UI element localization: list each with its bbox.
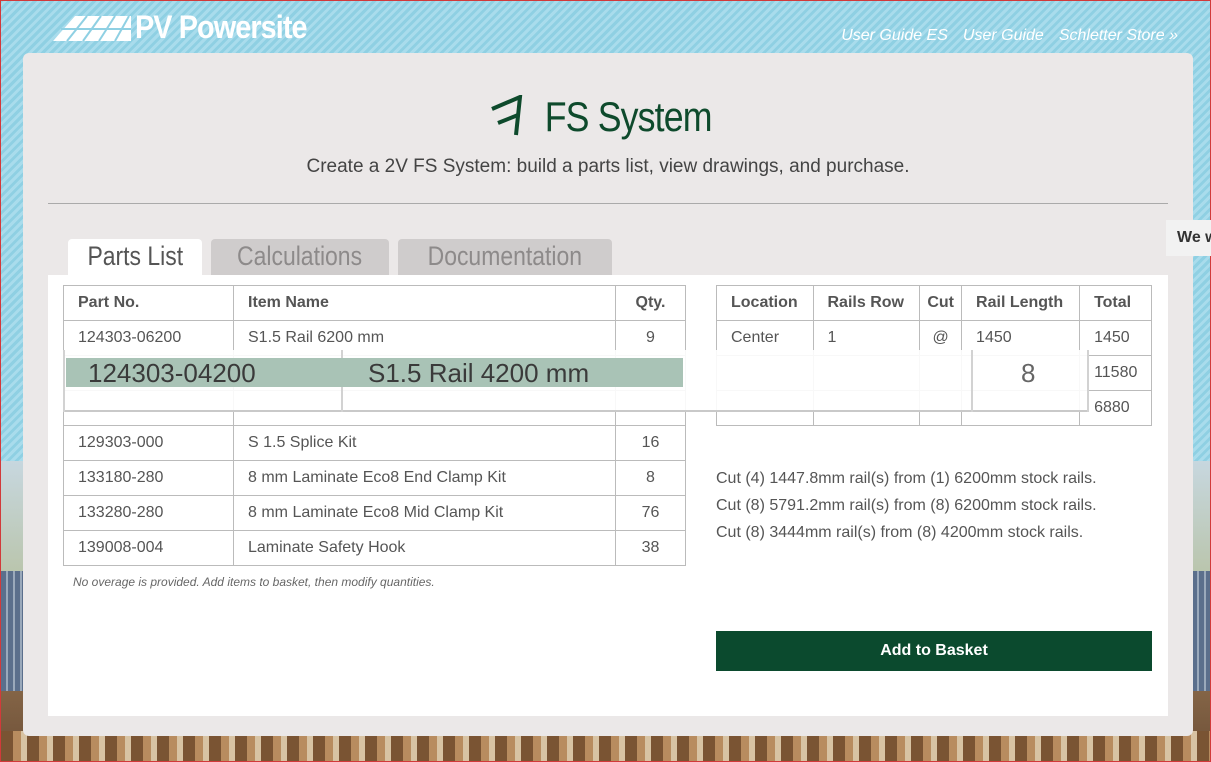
parts-list-panel: Part No. Item Name Qty. 124303-06200 S1.…	[48, 275, 1168, 716]
cut-instructions: Cut (4) 1447.8mm rail(s) from (1) 6200mm…	[716, 465, 1097, 546]
table-row[interactable]: 133280-280 8 mm Laminate Eco8 Mid Clamp …	[63, 495, 686, 531]
solar-panel-logo-icon	[53, 14, 131, 42]
divider	[48, 203, 1168, 204]
col-rail-length: Rail Length	[961, 285, 1081, 321]
system-subtitle: Create a 2V FS System: build a parts lis…	[306, 156, 910, 177]
part-number: 124303-04200	[88, 358, 256, 388]
item-qty: 8	[1021, 358, 1036, 388]
col-part-no: Part No.	[63, 285, 234, 321]
divider	[971, 350, 973, 412]
system-title: FS System	[23, 93, 1193, 141]
tab-calculations[interactable]: Calculations	[211, 239, 389, 275]
item-name: 8 mm Laminate Eco8 Mid Clamp Kit	[233, 495, 616, 531]
divider	[63, 350, 65, 412]
table-row[interactable]: 139008-004 Laminate Safety Hook 38	[63, 530, 686, 566]
part-number: 133180-280	[63, 460, 234, 496]
cut-line: Cut (8) 3444mm rail(s) from (8) 4200mm s…	[716, 524, 1084, 541]
site-logo-text: PV Powersite	[135, 9, 308, 45]
rails-table-header: Location Rails Row Cut Rail Length Total	[716, 285, 1152, 321]
item-qty: 8	[615, 460, 686, 496]
side-feedback-tab[interactable]: We w	[1166, 220, 1211, 256]
user-guide-link[interactable]: User Guide	[963, 27, 1044, 45]
col-qty: Qty.	[615, 285, 686, 321]
item-name: 8 mm Laminate Eco8 End Clamp Kit	[233, 460, 616, 496]
table-row[interactable]: 133180-280 8 mm Laminate Eco8 End Clamp …	[63, 460, 686, 496]
solar-panels-image	[1192, 571, 1210, 691]
rail-total: 6880	[1079, 390, 1152, 426]
item-qty: 16	[615, 425, 686, 461]
overage-note: No overage is provided. Add items to bas…	[73, 575, 435, 589]
col-cut: Cut	[919, 285, 963, 321]
parts-table-header: Part No. Item Name Qty.	[63, 285, 686, 321]
rail-total: 11580	[1079, 355, 1152, 391]
col-rails-row: Rails Row	[812, 285, 921, 321]
col-total: Total	[1079, 285, 1152, 321]
fs-rack-icon	[491, 95, 523, 136]
tab-documentation[interactable]: Documentation	[398, 239, 612, 275]
user-guide-es-link[interactable]: User Guide ES	[841, 27, 948, 45]
site-logo[interactable]: PV Powersite	[53, 9, 326, 46]
solar-panels-image	[1, 571, 25, 691]
part-number: 139008-004	[63, 530, 234, 566]
tab-parts-list[interactable]: Parts List	[68, 239, 202, 275]
cut-line: Cut (4) 1447.8mm rail(s) from (1) 6200mm…	[716, 470, 1097, 487]
cut-line: Cut (8) 5791.2mm rail(s) from (8) 6200mm…	[716, 497, 1097, 514]
header-links: User Guide ES User Guide Schletter Store…	[841, 27, 1178, 45]
rail-total: 1450	[1079, 320, 1152, 356]
item-name: S 1.5 Splice Kit	[233, 425, 616, 461]
dragged-table-row[interactable]: 124303-04200 S1.5 Rail 4200 mm 8	[63, 350, 1089, 412]
col-item-name: Item Name	[233, 285, 616, 321]
item-name: S1.5 Rail 4200 mm	[368, 358, 590, 388]
table-row[interactable]: 129303-000 S 1.5 Splice Kit 16	[63, 425, 686, 461]
part-number: 129303-000	[63, 425, 234, 461]
parts-table: Part No. Item Name Qty. 124303-06200 S1.…	[63, 285, 686, 566]
divider	[1087, 350, 1089, 412]
add-to-basket-button[interactable]: Add to Basket	[716, 631, 1152, 671]
item-qty: 38	[615, 530, 686, 566]
item-qty: 76	[615, 495, 686, 531]
col-location: Location	[716, 285, 814, 321]
part-number: 133280-280	[63, 495, 234, 531]
item-name: Laminate Safety Hook	[233, 530, 616, 566]
schletter-store-link[interactable]: Schletter Store »	[1059, 27, 1178, 45]
system-title-text: FS System	[544, 93, 713, 140]
site-header: PV Powersite User Guide ES User Guide Sc…	[1, 1, 1211, 53]
